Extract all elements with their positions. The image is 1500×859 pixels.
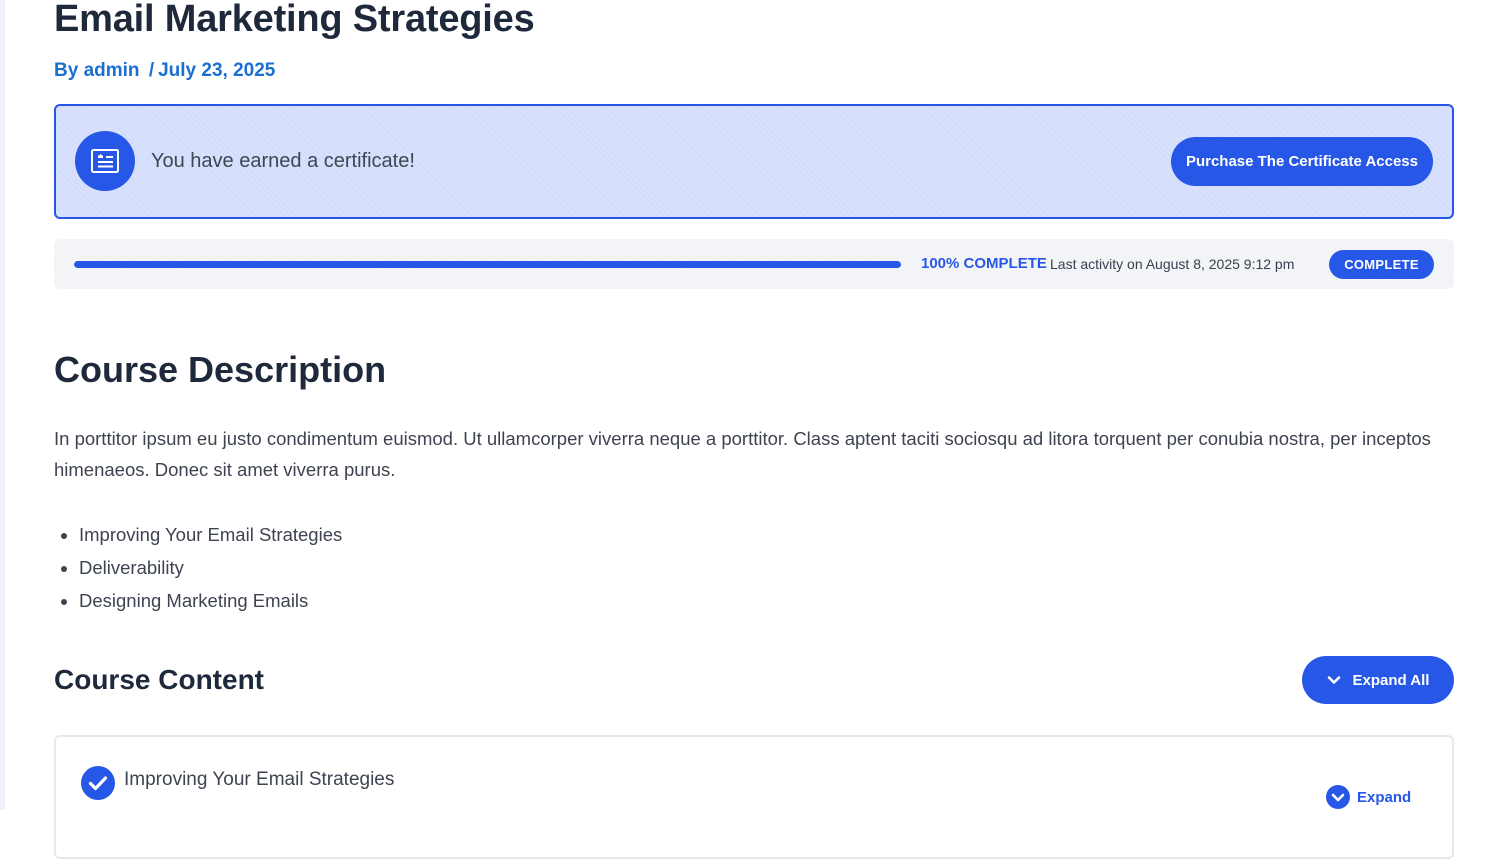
topics-list: Improving Your Email Strategies Delivera… bbox=[54, 518, 342, 617]
progress-percent-label: 100% COMPLETE bbox=[921, 255, 1047, 272]
author-link[interactable]: admin bbox=[84, 60, 140, 81]
expand-all-button[interactable]: Expand All bbox=[1302, 656, 1454, 704]
last-activity-text: Last activity on August 8, 2025 9:12 pm bbox=[1050, 256, 1295, 272]
lesson-item[interactable]: Improving Your Email Strategies Expand bbox=[54, 735, 1454, 859]
purchase-certificate-button[interactable]: Purchase The Certificate Access bbox=[1170, 137, 1433, 186]
course-description-text: In porttitor ipsum eu justo condimentum … bbox=[54, 428, 1431, 480]
lesson-title[interactable]: Improving Your Email Strategies bbox=[124, 769, 394, 791]
certificate-banner: You have earned a certificate! Purchase … bbox=[54, 104, 1454, 219]
page-title: Email Marketing Strategies bbox=[54, 0, 535, 40]
chevron-down-icon bbox=[1327, 676, 1340, 684]
course-content-heading: Course Content bbox=[54, 664, 264, 695]
lesson-expand-label: Expand bbox=[1357, 788, 1412, 806]
post-date: July 23, 2025 bbox=[158, 60, 276, 81]
left-edge bbox=[0, 0, 5, 810]
certificate-message: You have earned a certificate! bbox=[151, 150, 415, 172]
checkmark-circle-icon bbox=[81, 766, 115, 805]
list-item: Designing Marketing Emails bbox=[79, 584, 342, 617]
progress-bar bbox=[74, 261, 901, 268]
byline-separator: / bbox=[148, 60, 155, 81]
progress-strip: 100% COMPLETE Last activity on August 8,… bbox=[54, 239, 1454, 289]
chevron-down-circle-icon bbox=[1326, 785, 1350, 809]
certificate-icon bbox=[75, 131, 135, 191]
expand-all-label: Expand All bbox=[1352, 671, 1430, 689]
lesson-expand-button[interactable]: Expand bbox=[1326, 785, 1411, 809]
status-badge: COMPLETE bbox=[1329, 250, 1434, 279]
byline-label: By bbox=[54, 60, 79, 81]
progress-bar-fill bbox=[74, 261, 901, 268]
course-description-heading: Course Description bbox=[54, 349, 387, 390]
list-item: Improving Your Email Strategies bbox=[79, 518, 342, 551]
list-item: Deliverability bbox=[79, 551, 342, 584]
post-byline: By admin / July 23, 2025 bbox=[54, 60, 275, 82]
